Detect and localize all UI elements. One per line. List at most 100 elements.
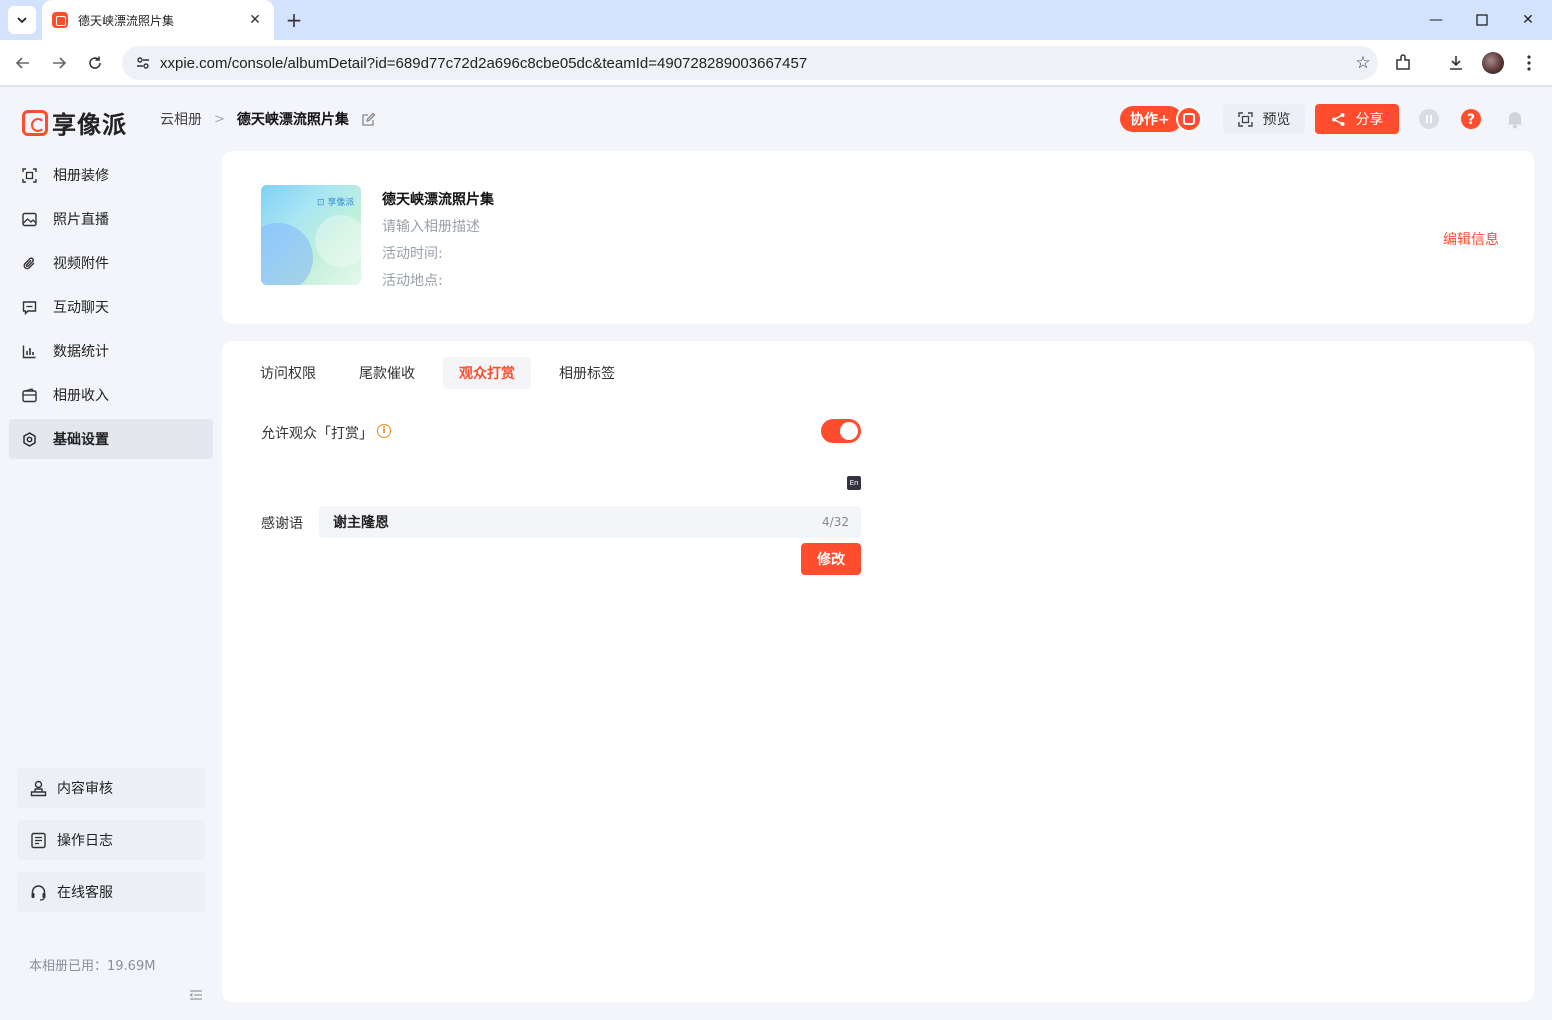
content-review-label: 内容审核	[57, 781, 113, 797]
forward-icon[interactable]	[46, 50, 72, 76]
preview-label: 预览	[1262, 112, 1291, 128]
decorate-icon	[21, 167, 37, 183]
chevron-right-icon: >	[214, 111, 225, 127]
browser-tab[interactable]: 德天峡漂流照片集 ✕	[42, 0, 274, 40]
thanks-label: 感谢语	[261, 516, 303, 532]
storage-usage: 本相册已用：19.69M	[29, 959, 156, 974]
review-icon	[29, 779, 47, 797]
close-window-icon[interactable]: ✕	[1514, 6, 1542, 34]
album-location: 活动地点:	[382, 273, 443, 289]
album-time: 活动时间:	[382, 246, 443, 262]
info-icon[interactable]: i	[377, 424, 391, 438]
cover-shape	[261, 223, 313, 285]
ime-keyboard-icon: En	[847, 476, 861, 490]
back-icon[interactable]	[10, 50, 36, 76]
bell-icon[interactable]	[1504, 108, 1526, 130]
album-info-card: ⊡ 享像派 德天峡漂流照片集 请输入相册描述 活动时间: 活动地点: 编辑信息	[222, 151, 1534, 324]
edit-info-link[interactable]: 编辑信息	[1443, 229, 1499, 249]
allow-tip-toggle[interactable]	[821, 419, 861, 443]
sidebar-item-label: 基础设置	[53, 432, 109, 448]
online-support-button[interactable]: 在线客服	[17, 872, 205, 912]
thanks-input[interactable]: 谢主隆恩 4/32	[319, 506, 861, 538]
modify-button[interactable]: 修改	[801, 543, 861, 575]
collapse-sidebar-icon[interactable]	[189, 988, 203, 1002]
sidebar-item-income[interactable]: 相册收入	[9, 375, 213, 415]
maximize-window-icon[interactable]	[1468, 6, 1496, 34]
profile-avatar[interactable]	[1482, 52, 1504, 74]
preview-button[interactable]: 预览	[1223, 104, 1305, 134]
browser-tab-strip: 德天峡漂流照片集 ✕ + — ✕	[0, 0, 1552, 40]
toggle-knob	[840, 422, 858, 440]
chat-icon	[21, 299, 37, 315]
bookmark-star-icon[interactable]: ☆	[1348, 53, 1378, 73]
wallet-icon	[21, 387, 37, 403]
site-info-icon[interactable]	[134, 54, 152, 72]
sidebar-item-label: 相册装修	[53, 168, 109, 184]
operation-log-button[interactable]: 操作日志	[17, 820, 205, 860]
svg-text:?: ?	[1467, 112, 1475, 128]
app-root: 享像派 云相册 > 德天峡漂流照片集 协作+ 预览 分享 ? 相册装修 照片直播…	[0, 87, 1552, 1020]
new-tab-button[interactable]: +	[282, 8, 306, 32]
sidebar-item-video-attachment[interactable]: 视频附件	[9, 243, 213, 283]
cover-shape	[315, 215, 361, 267]
album-description: 请输入相册描述	[382, 219, 480, 235]
sidebar-item-basic-settings[interactable]: 基础设置	[9, 419, 213, 459]
paperclip-icon	[21, 255, 37, 271]
browser-menu-icon[interactable]	[1516, 50, 1542, 76]
logo-mark-icon	[22, 109, 48, 136]
thanks-input-value[interactable]: 谢主隆恩	[333, 512, 822, 532]
sidebar-item-chat[interactable]: 互动聊天	[9, 287, 213, 327]
chevron-down-icon	[17, 17, 27, 24]
collab-label: 协作+	[1120, 106, 1182, 132]
sidebar: 相册装修 照片直播 视频附件 互动聊天 数据统计 相册收入 基础设置 内容审核 …	[0, 155, 222, 1020]
tab-search-button[interactable]	[8, 6, 36, 34]
sidebar-item-label: 照片直播	[53, 212, 109, 228]
address-bar[interactable]: xxpie.com/console/albumDetail?id=689d77c…	[122, 46, 1378, 80]
chart-icon	[21, 343, 37, 359]
sidebar-item-statistics[interactable]: 数据统计	[9, 331, 213, 371]
log-icon	[29, 831, 47, 849]
sidebar-item-photo-live[interactable]: 照片直播	[9, 199, 213, 239]
collab-logo-icon	[1175, 106, 1202, 132]
operation-log-label: 操作日志	[57, 833, 113, 849]
tab-title: 德天峡漂流照片集	[78, 13, 175, 28]
tab-access-permission[interactable]: 访问权限	[244, 357, 332, 389]
breadcrumb-current-album: 德天峡漂流照片集	[236, 112, 349, 128]
tab-audience-tip[interactable]: 观众打赏	[443, 357, 531, 389]
tab-album-tags[interactable]: 相册标签	[543, 357, 631, 389]
sidebar-item-label: 数据统计	[53, 344, 109, 360]
sidebar-item-label: 视频附件	[53, 256, 109, 272]
download-icon[interactable]	[1443, 50, 1469, 76]
share-button[interactable]: 分享	[1315, 104, 1399, 134]
breadcrumb-cloud-album[interactable]: 云相册	[160, 109, 202, 129]
xxpie-favicon-icon	[52, 12, 68, 28]
sidebar-item-label: 相册收入	[53, 388, 109, 404]
help-icon[interactable]: ?	[1460, 108, 1482, 130]
headset-icon	[29, 883, 47, 901]
content-review-button[interactable]: 内容审核	[17, 768, 205, 808]
share-icon	[1331, 112, 1344, 126]
tab-balance-collection[interactable]: 尾款催收	[343, 357, 431, 389]
minimize-window-icon[interactable]: —	[1422, 6, 1450, 34]
cover-logo-text: 享像派	[327, 198, 355, 208]
image-icon	[21, 211, 37, 227]
url-text[interactable]: xxpie.com/console/albumDetail?id=689d77c…	[160, 55, 1348, 72]
online-support-label: 在线客服	[57, 885, 113, 901]
cover-logo: ⊡ 享像派	[317, 195, 354, 208]
collab-plus-button[interactable]: 协作+	[1120, 106, 1202, 132]
close-tab-icon[interactable]: ✕	[246, 11, 264, 29]
cover-logo-mark-icon: ⊡	[317, 198, 325, 208]
sidebar-item-label: 互动聊天	[53, 300, 109, 316]
scan-icon	[1237, 111, 1253, 127]
edit-title-icon[interactable]	[361, 111, 377, 127]
logo-text: 享像派	[52, 111, 127, 139]
share-label: 分享	[1355, 112, 1384, 128]
app-logo[interactable]: 享像派	[22, 105, 127, 140]
pause-icon[interactable]	[1418, 108, 1440, 130]
sidebar-item-decorate[interactable]: 相册装修	[9, 155, 213, 195]
extensions-icon[interactable]	[1390, 50, 1416, 76]
reload-icon[interactable]	[82, 50, 108, 76]
breadcrumb: 云相册 > 德天峡漂流照片集	[160, 109, 377, 129]
browser-toolbar: xxpie.com/console/albumDetail?id=689d77c…	[0, 40, 1552, 86]
album-cover-image[interactable]: ⊡ 享像派	[261, 185, 361, 285]
